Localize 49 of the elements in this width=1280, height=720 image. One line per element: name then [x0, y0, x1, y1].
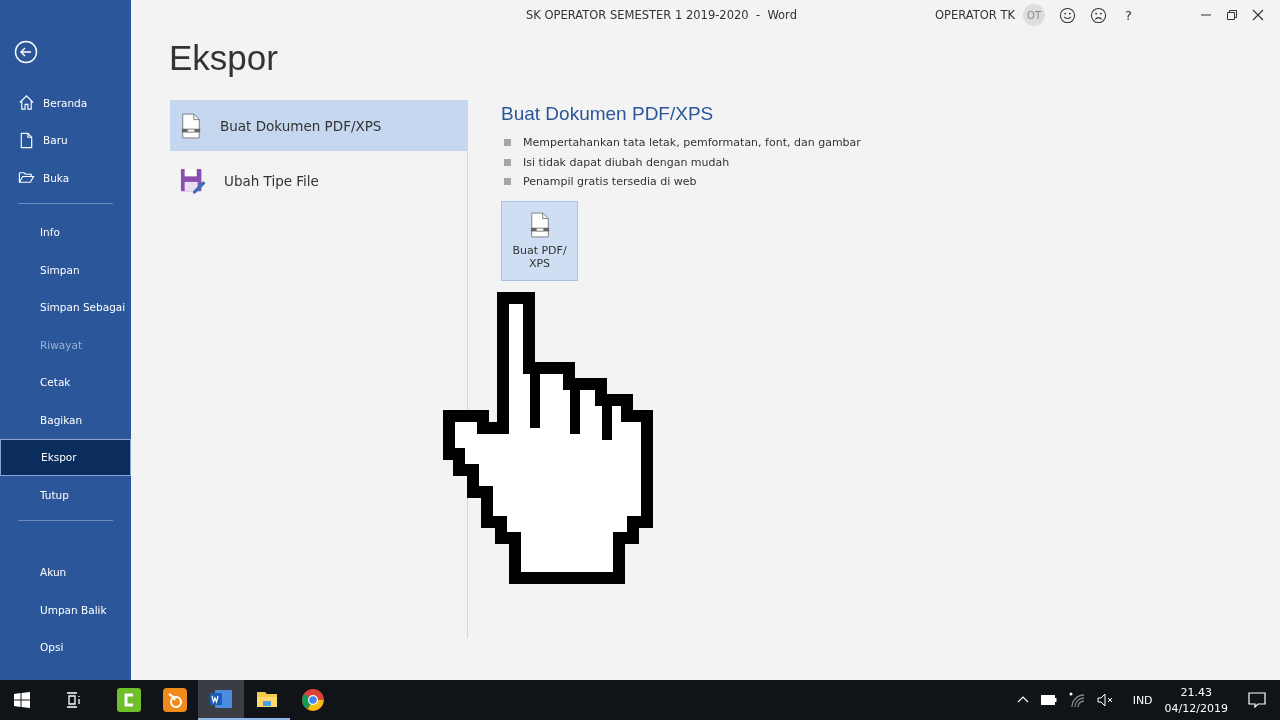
- windows-start-icon[interactable]: [14, 692, 30, 708]
- bullet-text: Penampil gratis tersedia di web: [523, 175, 697, 189]
- document-icon: [18, 131, 35, 149]
- sidebar-item[interactable]: Opsi: [0, 628, 131, 666]
- save-edit-icon: [180, 167, 206, 194]
- wifi-icon[interactable]: [1068, 692, 1085, 708]
- smiley-icon[interactable]: [1059, 6, 1077, 24]
- mute-speaker-icon[interactable]: [1096, 693, 1115, 707]
- clock-time[interactable]: 21.43: [1180, 685, 1213, 699]
- close-icon[interactable]: [1252, 9, 1264, 21]
- help-button[interactable]: ?: [1121, 7, 1136, 23]
- sidebar-item[interactable]: Buka: [0, 159, 131, 197]
- chrome-icon: [301, 688, 325, 712]
- sidebar-item[interactable]: Simpan Sebagai: [0, 288, 131, 326]
- export-option[interactable]: Buat Dokumen PDF/XPS: [170, 100, 467, 151]
- section-title: Buat Dokumen PDF/XPS: [501, 103, 715, 125]
- create-pdf-button[interactable]: Buat PDF/ XPS: [501, 200, 578, 281]
- window-title: SK OPERATOR SEMESTER 1 2019-2020 - Word: [526, 8, 797, 22]
- word-icon: [209, 687, 233, 711]
- notification-icon[interactable]: [1248, 692, 1266, 708]
- bullet-icon: [504, 178, 511, 186]
- task-view-icon[interactable]: [66, 692, 82, 708]
- bullet-icon: [504, 158, 511, 166]
- sidebar-item[interactable]: Beranda: [0, 84, 131, 122]
- sidebar-item[interactable]: Info: [0, 213, 131, 251]
- letter-c-app-icon: [117, 688, 141, 712]
- sidebar-item[interactable]: Baru: [0, 121, 131, 159]
- frown-icon[interactable]: [1090, 6, 1108, 24]
- sidebar-item[interactable]: Akun: [0, 553, 131, 591]
- bullet-text: Isi tidak dapat diubah dengan mudah: [523, 155, 730, 169]
- clock-date[interactable]: 04/12/2019: [1164, 701, 1228, 715]
- input-language[interactable]: IND: [1132, 693, 1153, 707]
- export-option[interactable]: Ubah Tipe File: [170, 155, 467, 206]
- bullet-icon: [504, 139, 511, 147]
- battery-icon[interactable]: [1040, 695, 1057, 705]
- sidebar-item[interactable]: Simpan: [0, 251, 131, 289]
- sidebar-item[interactable]: Umpan Balik: [0, 591, 131, 629]
- restore-icon[interactable]: [1226, 9, 1238, 21]
- back-icon[interactable]: [14, 40, 38, 64]
- bullet-text: Mempertahankan tata letak, pemformatan, font, dan gambar: [523, 136, 861, 150]
- home-icon: [18, 94, 35, 112]
- pdf-document-icon: [180, 112, 202, 139]
- page-title: Ekspor: [169, 38, 279, 78]
- pdf-document-icon: [528, 211, 551, 238]
- sidebar-item[interactable]: Ekspor: [0, 438, 131, 476]
- sidebar-item[interactable]: Bagikan: [0, 401, 131, 439]
- user-name: OPERATOR TK: [935, 8, 1016, 22]
- sidebar-item[interactable]: Cetak: [0, 363, 131, 401]
- sidebar-item[interactable]: Tutup: [0, 476, 131, 514]
